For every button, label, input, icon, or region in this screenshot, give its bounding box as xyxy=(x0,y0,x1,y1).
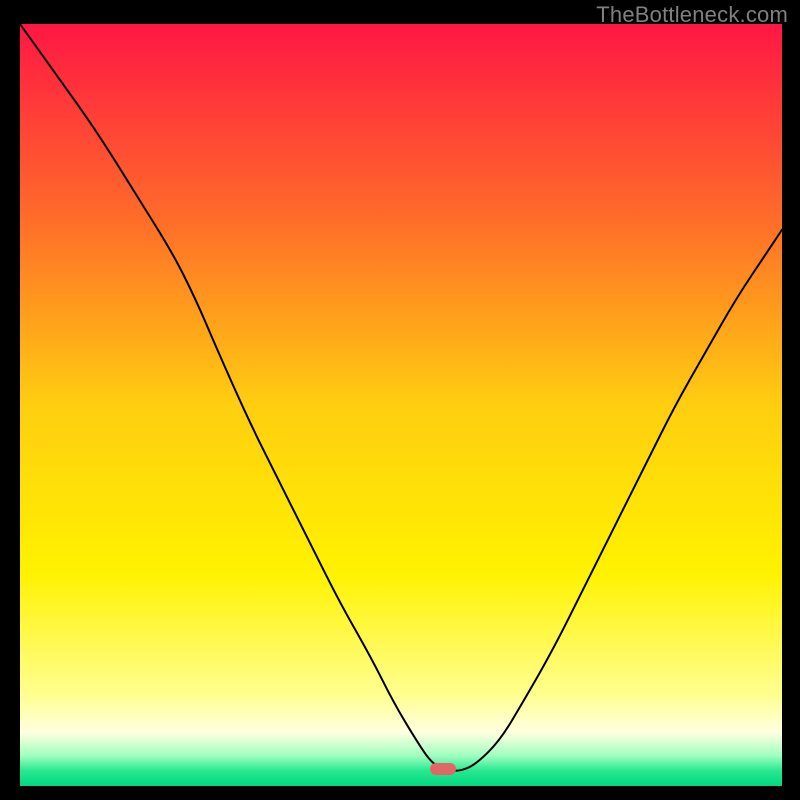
chart-svg xyxy=(20,24,782,786)
chart-frame: TheBottleneck.com xyxy=(0,0,800,800)
gradient-background xyxy=(20,24,782,786)
optimal-marker xyxy=(430,763,456,775)
plot-area xyxy=(20,24,782,786)
